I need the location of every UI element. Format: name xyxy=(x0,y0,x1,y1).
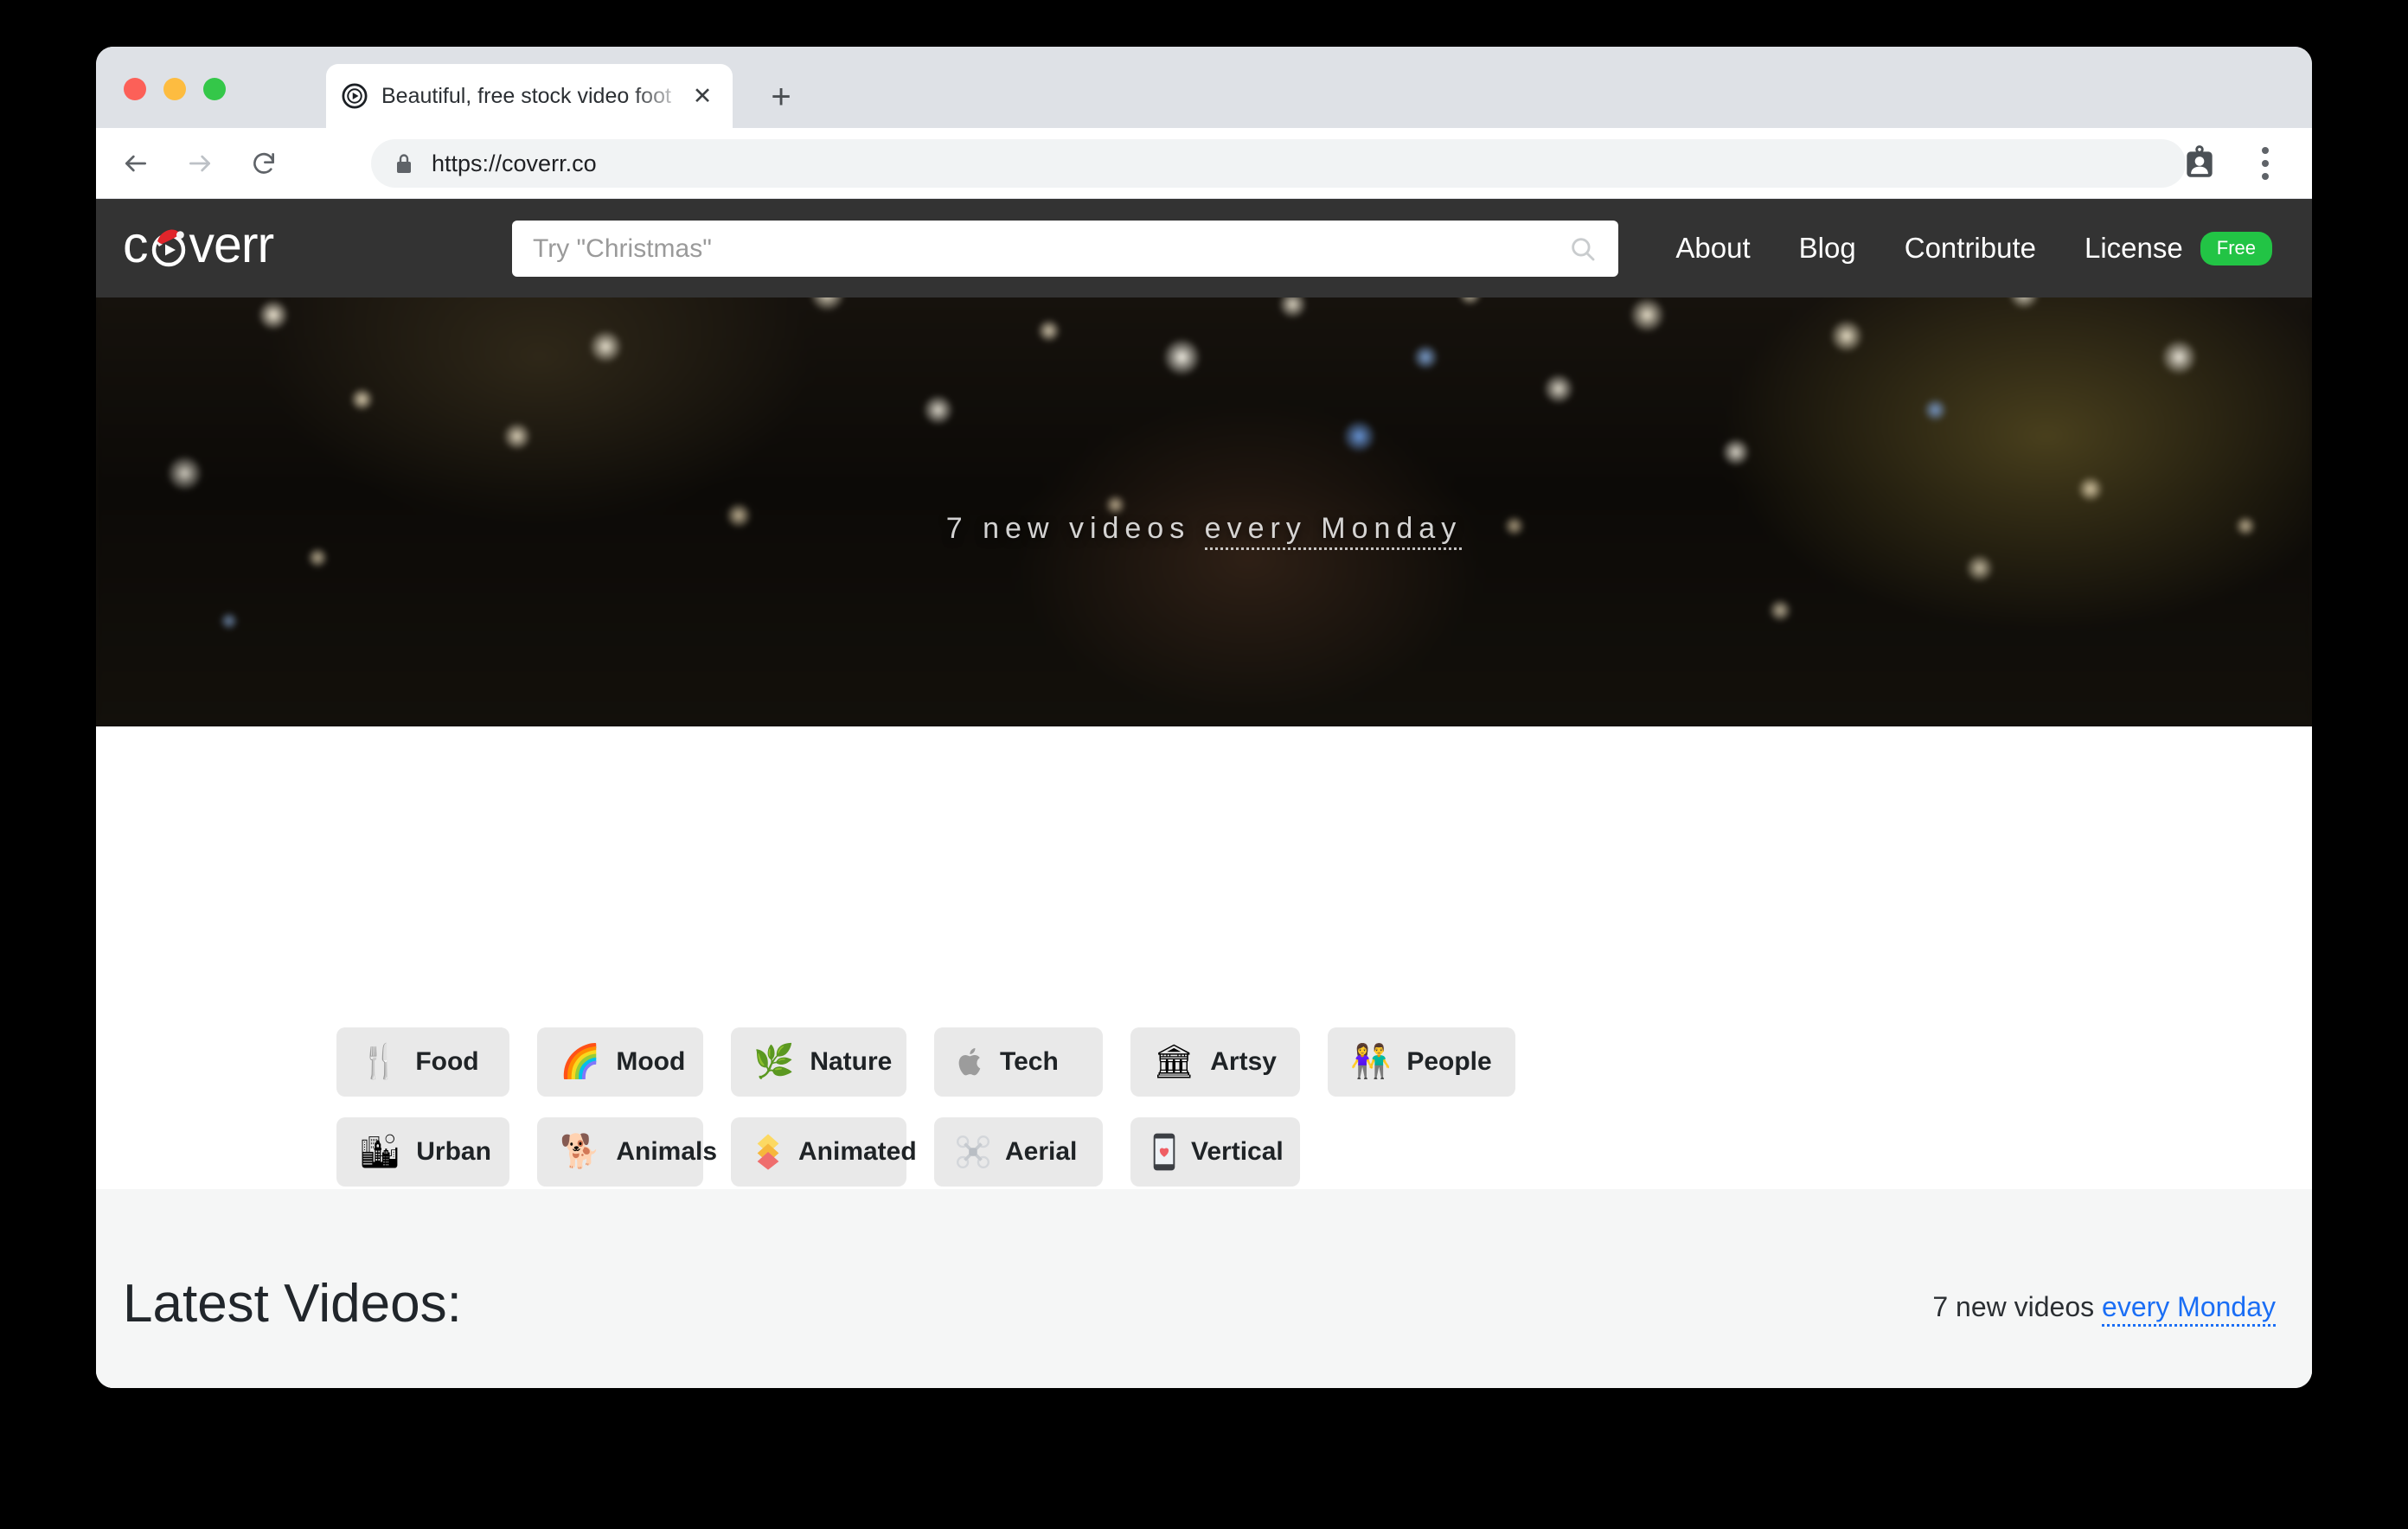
close-window-button[interactable] xyxy=(124,78,146,100)
address-bar[interactable]: https://coverr.co xyxy=(371,139,2186,188)
browser-toolbar: https://coverr.co xyxy=(96,128,2312,199)
category-chip-vertical[interactable]: Vertical xyxy=(1130,1117,1300,1187)
play-circle-icon xyxy=(342,83,368,109)
free-badge: Free xyxy=(2200,231,2272,265)
page-content: 7 new videos every Monday c verr Try "Ch… xyxy=(96,199,2312,1388)
new-tab-button[interactable]: + xyxy=(762,78,800,116)
category-label: Urban xyxy=(416,1137,491,1166)
category-chip-tech[interactable]: Tech xyxy=(934,1027,1103,1097)
page-title: Latest Videos: xyxy=(123,1274,462,1334)
minimize-window-button[interactable] xyxy=(163,78,186,100)
browser-tab-title: Beautiful, free stock video foot xyxy=(381,83,671,108)
category-chip-people[interactable]: 👫 People xyxy=(1328,1027,1515,1097)
logo-text: c verr xyxy=(123,216,274,273)
hero-caption-link[interactable]: every Monday xyxy=(1204,512,1463,550)
nav-link-about[interactable]: About xyxy=(1675,232,1750,265)
search-box[interactable] xyxy=(512,221,1618,277)
category-row-2: 🏙 Urban 🐕 Animals Animated Aerial Vertic… xyxy=(96,1117,2312,1187)
drone-icon xyxy=(957,1136,989,1168)
forward-arrow-icon[interactable] xyxy=(176,139,224,188)
site-nav: About Blog Contribute License Free xyxy=(1675,199,2272,297)
search-input[interactable] xyxy=(533,234,1568,264)
nav-link-blog[interactable]: Blog xyxy=(1799,232,1856,265)
category-label: People xyxy=(1406,1047,1492,1076)
profile-card-icon[interactable] xyxy=(2181,144,2219,182)
category-chip-aerial[interactable]: Aerial xyxy=(934,1117,1103,1187)
apple-logo-icon xyxy=(957,1046,984,1078)
phone-with-heart-icon xyxy=(1153,1133,1175,1171)
play-button-with-santa-hat-icon xyxy=(149,227,189,267)
search-icon[interactable] xyxy=(1568,234,1598,264)
category-chip-urban[interactable]: 🏙 Urban xyxy=(336,1117,509,1187)
category-label: Tech xyxy=(1000,1047,1059,1076)
address-bar-url: https://coverr.co xyxy=(432,150,597,176)
category-label: Mood xyxy=(616,1047,686,1076)
latest-videos-section: Latest Videos: 7 new videos every Monday xyxy=(96,1189,2312,1388)
browser-tab[interactable]: Beautiful, free stock video foot ✕ xyxy=(326,64,733,128)
window-traffic-lights xyxy=(124,78,226,100)
dog-icon: 🐕 xyxy=(560,1134,601,1170)
lock-icon xyxy=(394,152,414,175)
zoom-window-button[interactable] xyxy=(203,78,226,100)
category-label: Artsy xyxy=(1210,1047,1277,1076)
category-label: Aerial xyxy=(1005,1137,1078,1166)
herb-icon: 🌿 xyxy=(753,1044,795,1080)
site-header: c verr About xyxy=(96,199,2312,297)
category-label: Animated xyxy=(798,1137,917,1166)
category-label: Animals xyxy=(616,1137,718,1166)
category-list: 🍴 Food 🌈 Mood 🌿 Nature Tech 🏛 Artsy 👫 Pe… xyxy=(96,726,2312,1187)
coverr-logo[interactable]: c verr xyxy=(123,216,274,273)
browser-window: Beautiful, free stock video foot ✕ + htt… xyxy=(96,47,2312,1388)
category-chip-nature[interactable]: 🌿 Nature xyxy=(731,1027,906,1097)
classical-building-icon: 🏛 xyxy=(1153,1044,1195,1080)
fork-and-knife-icon: 🍴 xyxy=(359,1044,400,1080)
category-label: Nature xyxy=(810,1047,893,1076)
latest-note-prefix: 7 new videos xyxy=(1932,1291,2103,1322)
cityscape-icon: 🏙 xyxy=(359,1134,401,1170)
category-label: Food xyxy=(415,1047,479,1076)
hero-caption: 7 new videos every Monday xyxy=(96,512,2312,550)
nav-link-license[interactable]: License xyxy=(2085,232,2183,265)
every-monday-link[interactable]: every Monday xyxy=(2102,1291,2276,1327)
back-arrow-icon[interactable] xyxy=(112,139,160,188)
three-dot-menu-icon[interactable] xyxy=(2250,142,2281,185)
category-chip-mood[interactable]: 🌈 Mood xyxy=(537,1027,703,1097)
couple-icon: 👫 xyxy=(1350,1044,1392,1080)
hero-caption-prefix: 7 new videos xyxy=(945,512,1205,545)
category-chip-artsy[interactable]: 🏛 Artsy xyxy=(1130,1027,1300,1097)
latest-videos-note: 7 new videos every Monday xyxy=(1932,1291,2276,1327)
reload-icon[interactable] xyxy=(240,139,288,188)
category-chip-animals[interactable]: 🐕 Animals xyxy=(537,1117,717,1187)
browser-tab-strip: Beautiful, free stock video foot ✕ + xyxy=(96,47,2312,128)
category-chip-food[interactable]: 🍴 Food xyxy=(336,1027,509,1097)
close-icon[interactable]: ✕ xyxy=(688,81,717,111)
category-chip-animated[interactable]: Animated xyxy=(731,1117,917,1187)
nav-link-contribute[interactable]: Contribute xyxy=(1905,232,2036,265)
stacked-diamonds-icon xyxy=(753,1133,783,1171)
category-label: Vertical xyxy=(1191,1137,1284,1166)
rainbow-icon: 🌈 xyxy=(560,1044,601,1080)
category-row-1: 🍴 Food 🌈 Mood 🌿 Nature Tech 🏛 Artsy 👫 Pe… xyxy=(96,1027,2312,1097)
